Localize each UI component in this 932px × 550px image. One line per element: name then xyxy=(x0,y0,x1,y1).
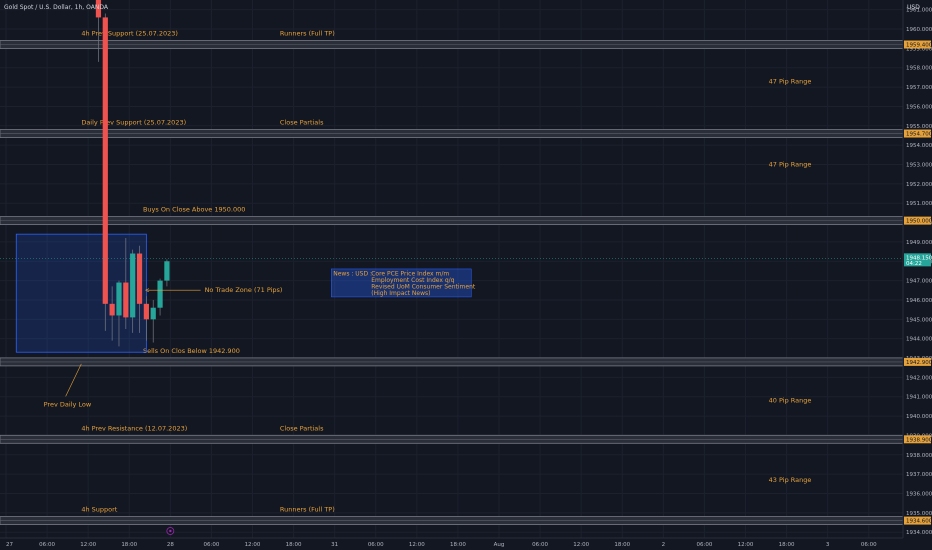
candle-body[interactable] xyxy=(116,282,122,316)
pip-range-label: 43 Pip Range xyxy=(769,476,812,484)
price-tick-label: 1951.000 xyxy=(906,201,932,207)
zone-price-badge-text: 1934.600 xyxy=(906,519,932,525)
candle-body[interactable] xyxy=(157,280,163,308)
time-tick-label: 06:00 xyxy=(861,542,877,548)
candle-body[interactable] xyxy=(150,307,156,320)
zone-label: 4h Support xyxy=(81,506,117,514)
price-tick-label: 1952.000 xyxy=(906,182,932,188)
time-tick-label: 31 xyxy=(331,542,338,548)
price-tick-label: 1936.000 xyxy=(906,491,932,497)
time-tick-label: 12:00 xyxy=(738,542,754,548)
price-tick-label: 1940.000 xyxy=(906,414,932,420)
time-tick-label: 12:00 xyxy=(409,542,425,548)
time-tick-label: 18:00 xyxy=(614,542,630,548)
candle-body[interactable] xyxy=(143,303,149,320)
price-chart[interactable]: 4h Prev Support (25.07.2023) Runners (Ful… xyxy=(0,0,932,550)
price-tick-label: 1954.000 xyxy=(906,143,932,149)
zone-price-badge-text: 1954.700 xyxy=(906,132,932,138)
currency-label[interactable]: USD xyxy=(907,4,920,11)
time-tick-label: 12:00 xyxy=(245,542,261,548)
candle-body[interactable] xyxy=(109,303,115,316)
current-price-countdown: 04:22 xyxy=(906,261,922,267)
time-tick-label: 27 xyxy=(6,542,13,548)
pip-range-label: 47 Pip Range xyxy=(769,77,812,85)
annotation-text: Prev Daily Low xyxy=(44,400,92,408)
price-tick-label: 1938.000 xyxy=(906,453,932,459)
event-marker-dot xyxy=(169,529,172,533)
news-item: (High Impact News) xyxy=(371,290,430,297)
time-tick-label: 06:00 xyxy=(696,542,712,548)
zone-tag-label: Close Partials xyxy=(280,424,324,432)
price-tick-label: 1958.000 xyxy=(906,66,932,72)
zone-tag-label: Runners (Full TP) xyxy=(280,30,335,38)
price-tick-label: 1947.000 xyxy=(906,279,932,285)
zone-label: 4h Prev Resistance (12.07.2023) xyxy=(81,424,187,432)
price-tick-label: 1957.000 xyxy=(906,85,932,91)
time-tick-label: 06:00 xyxy=(368,542,384,548)
zone-price-badge-text: 1938.900 xyxy=(906,437,932,443)
time-tick-label: 12:00 xyxy=(573,542,589,548)
price-tick-label: 1944.000 xyxy=(906,337,932,343)
time-tick-label: 18:00 xyxy=(121,542,137,548)
price-tick-label: 1953.000 xyxy=(906,162,932,168)
time-tick-label: 12:00 xyxy=(80,542,96,548)
pip-range-label: 40 Pip Range xyxy=(769,397,812,405)
zone-tag-label: Close Partials xyxy=(280,119,324,127)
price-tick-label: 1945.000 xyxy=(906,317,932,323)
time-tick-label: 18:00 xyxy=(450,542,466,548)
price-tick-label: 1949.000 xyxy=(906,240,932,246)
price-tick-label: 1935.000 xyxy=(906,511,932,517)
annotation-text: No Trade Zone (71 Pips) xyxy=(205,286,283,294)
news-title: News : USD : xyxy=(333,270,372,277)
zone-label: 4h Prev Support (25.07.2023) xyxy=(81,30,178,38)
candle-body[interactable] xyxy=(102,17,108,304)
candle-body[interactable] xyxy=(130,253,136,318)
chart-root: 4h Prev Support (25.07.2023) Runners (Ful… xyxy=(0,0,932,550)
time-tick-label: 18:00 xyxy=(779,542,795,548)
time-tick-label: 2 xyxy=(662,542,666,548)
zone-label: Sells On Clos Below 1942.900 xyxy=(143,347,240,355)
price-tick-label: 1956.000 xyxy=(906,104,932,110)
price-tick-label: 1941.000 xyxy=(906,395,932,401)
time-tick-label: 06:00 xyxy=(39,542,55,548)
pip-range-label: 47 Pip Range xyxy=(769,160,812,168)
candle-body[interactable] xyxy=(164,261,170,281)
candle-body[interactable] xyxy=(123,282,129,318)
price-tick-label: 1934.000 xyxy=(906,530,932,536)
zone-label: Daily Prev Support (25.07.2023) xyxy=(81,119,186,127)
candle-body[interactable] xyxy=(136,253,143,304)
time-tick-label: 28 xyxy=(167,542,174,548)
price-tick-label: 1960.000 xyxy=(906,27,932,33)
zone-price-badge-text: 1942.900 xyxy=(906,360,932,366)
zone-price-badge-text: 1959.400 xyxy=(906,43,932,49)
zone-label: Buys On Close Above 1950.000 xyxy=(143,206,245,214)
time-tick-label: 18:00 xyxy=(286,542,302,548)
price-tick-label: 1946.000 xyxy=(906,298,932,304)
time-tick-label: Aug xyxy=(494,542,505,548)
zone-price-badge-text: 1950.000 xyxy=(906,219,932,225)
time-tick-label: 3 xyxy=(826,542,830,548)
time-tick-label: 06:00 xyxy=(532,542,548,548)
time-tick-label: 06:00 xyxy=(203,542,219,548)
symbol-title: Gold Spot / U.S. Dollar, 1h, OANDA xyxy=(4,4,109,11)
price-tick-label: 1955.000 xyxy=(906,124,932,130)
zone-tag-label: Runners (Full TP) xyxy=(280,506,335,514)
price-tick-label: 1937.000 xyxy=(906,472,932,478)
price-tick-label: 1942.000 xyxy=(906,375,932,381)
